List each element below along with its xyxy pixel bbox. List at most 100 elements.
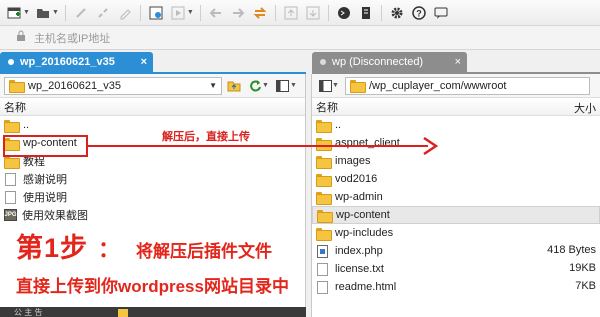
list-item[interactable]: readme.html 7KB xyxy=(312,278,600,296)
link-icon[interactable] xyxy=(72,4,90,22)
forward-icon[interactable] xyxy=(229,4,247,22)
item-size: 19KB xyxy=(569,262,596,274)
tab-local[interactable]: wp_20160621_v35 × xyxy=(0,52,153,72)
tab-remote[interactable]: wp (Disconnected) × xyxy=(312,52,467,72)
item-name: images xyxy=(335,155,371,167)
item-name: aspnet_client xyxy=(335,137,400,149)
item-name: wp-content xyxy=(336,209,390,221)
item-name: license.txt xyxy=(335,263,384,275)
toolbar-divider xyxy=(64,4,66,21)
item-name: 感谢说明 xyxy=(23,174,67,186)
folder-icon xyxy=(9,80,25,93)
gear-icon[interactable] xyxy=(388,4,406,22)
folder-icon xyxy=(316,119,332,133)
list-item[interactable]: JPG 使用效果截图 xyxy=(0,206,305,224)
folder-icon xyxy=(316,191,332,205)
php-file-icon xyxy=(317,244,328,258)
local-path-text: wp_20160621_v35 xyxy=(28,79,121,92)
chevron-down-icon[interactable]: ▼ xyxy=(52,9,59,16)
upload-icon[interactable] xyxy=(282,4,300,22)
chevron-down-icon[interactable]: ▼ xyxy=(209,81,217,90)
folder-icon xyxy=(317,209,333,223)
file-icon xyxy=(5,172,16,186)
toolbar-divider xyxy=(139,4,141,21)
remote-path-bar: ▼ /wp_cuplayer_com/wwwroot xyxy=(312,74,600,98)
item-name: index.php xyxy=(335,245,383,257)
item-name: 使用说明 xyxy=(23,192,67,204)
list-item[interactable]: .. xyxy=(312,116,600,134)
download-icon[interactable] xyxy=(304,4,322,22)
step-description-line2: 直接上传到你wordpress网站目录中 xyxy=(16,277,289,296)
address-bar[interactable]: 主机名或IP地址 xyxy=(0,26,600,50)
step-label: 第1步 xyxy=(16,233,89,263)
tab-status-icon xyxy=(320,59,326,65)
status-bar: 公 主 告 xyxy=(0,307,306,317)
tab-label: wp_20160621_v35 xyxy=(20,56,115,68)
list-item[interactable]: wp-admin xyxy=(312,188,600,206)
item-size: 7KB xyxy=(575,280,596,292)
list-item-selected[interactable]: wp-content xyxy=(312,206,600,224)
script-icon[interactable] xyxy=(357,4,375,22)
remote-path-select[interactable]: /wp_cuplayer_com/wwwroot xyxy=(344,76,590,95)
tab-status-icon xyxy=(8,59,14,65)
chevron-down-icon[interactable]: ▼ xyxy=(23,9,30,16)
folder-icon xyxy=(118,309,128,317)
column-header-name[interactable]: 名称 大小 xyxy=(312,98,600,116)
arrow-line xyxy=(88,145,428,147)
list-item[interactable]: aspnet_client xyxy=(312,134,600,152)
column-name-label: 名称 xyxy=(4,101,26,114)
file-icon xyxy=(317,262,328,276)
new-session-icon[interactable] xyxy=(5,4,23,22)
item-name: 使用效果截图 xyxy=(22,210,88,222)
item-name: readme.html xyxy=(335,281,397,293)
item-size: 418 Bytes xyxy=(547,244,596,256)
list-item[interactable]: images xyxy=(312,152,600,170)
toolbar-divider xyxy=(199,4,201,21)
chevron-down-icon[interactable]: ▼ xyxy=(187,9,194,16)
tab-label: wp (Disconnected) xyxy=(332,56,424,68)
settings-window-icon[interactable] xyxy=(147,4,165,22)
edit-icon[interactable] xyxy=(116,4,134,22)
back-icon[interactable] xyxy=(207,4,225,22)
folder-icon xyxy=(4,119,20,133)
list-item[interactable]: wp-includes xyxy=(312,224,600,242)
column-name-label: 名称 xyxy=(316,101,338,114)
close-icon[interactable]: × xyxy=(455,56,461,68)
list-item[interactable]: 使用说明 xyxy=(0,188,305,206)
close-icon[interactable]: × xyxy=(141,56,147,68)
step-description: 将解压后插件文件 xyxy=(136,242,273,261)
list-item[interactable]: license.txt 19KB xyxy=(312,260,600,278)
chat-icon[interactable] xyxy=(432,4,450,22)
folder-icon xyxy=(316,173,332,187)
folder-icon xyxy=(349,80,366,93)
column-size-label[interactable]: 大小 xyxy=(574,100,596,116)
host-input-placeholder[interactable]: 主机名或IP地址 xyxy=(34,30,110,46)
folder-up-icon[interactable] xyxy=(225,77,243,95)
unlink-icon[interactable] xyxy=(94,4,112,22)
open-folder-icon[interactable] xyxy=(34,4,52,22)
chevron-down-icon[interactable]: ▼ xyxy=(262,82,269,89)
local-path-select[interactable]: wp_20160621_v35 ▼ xyxy=(4,76,222,95)
toolbar-divider xyxy=(380,4,382,21)
chevron-down-icon[interactable]: ▼ xyxy=(332,82,339,89)
list-item[interactable]: 感谢说明 xyxy=(0,170,305,188)
column-header-name[interactable]: 名称 xyxy=(0,98,305,116)
image-file-icon: JPG xyxy=(4,209,17,221)
play-icon[interactable] xyxy=(169,4,187,22)
arrow-caption: 解压后，直接上传 xyxy=(162,131,250,143)
list-item[interactable]: vod2016 xyxy=(312,170,600,188)
list-item[interactable]: .. xyxy=(0,116,305,134)
toolbar-divider xyxy=(274,4,276,21)
item-name: .. xyxy=(335,119,342,131)
folder-icon xyxy=(316,227,332,241)
list-item[interactable]: index.php 418 Bytes xyxy=(312,242,600,260)
svg-text:?: ? xyxy=(416,8,422,18)
folder-icon xyxy=(4,155,20,169)
chevron-down-icon[interactable]: ▼ xyxy=(290,82,297,89)
help-icon[interactable]: ? xyxy=(410,4,428,22)
item-name: vod2016 xyxy=(335,173,378,185)
xshell-icon[interactable] xyxy=(335,4,353,22)
remote-path-text: /wp_cuplayer_com/wwwroot xyxy=(368,79,507,92)
sync-browse-icon[interactable] xyxy=(251,4,269,22)
file-icon xyxy=(317,280,328,294)
